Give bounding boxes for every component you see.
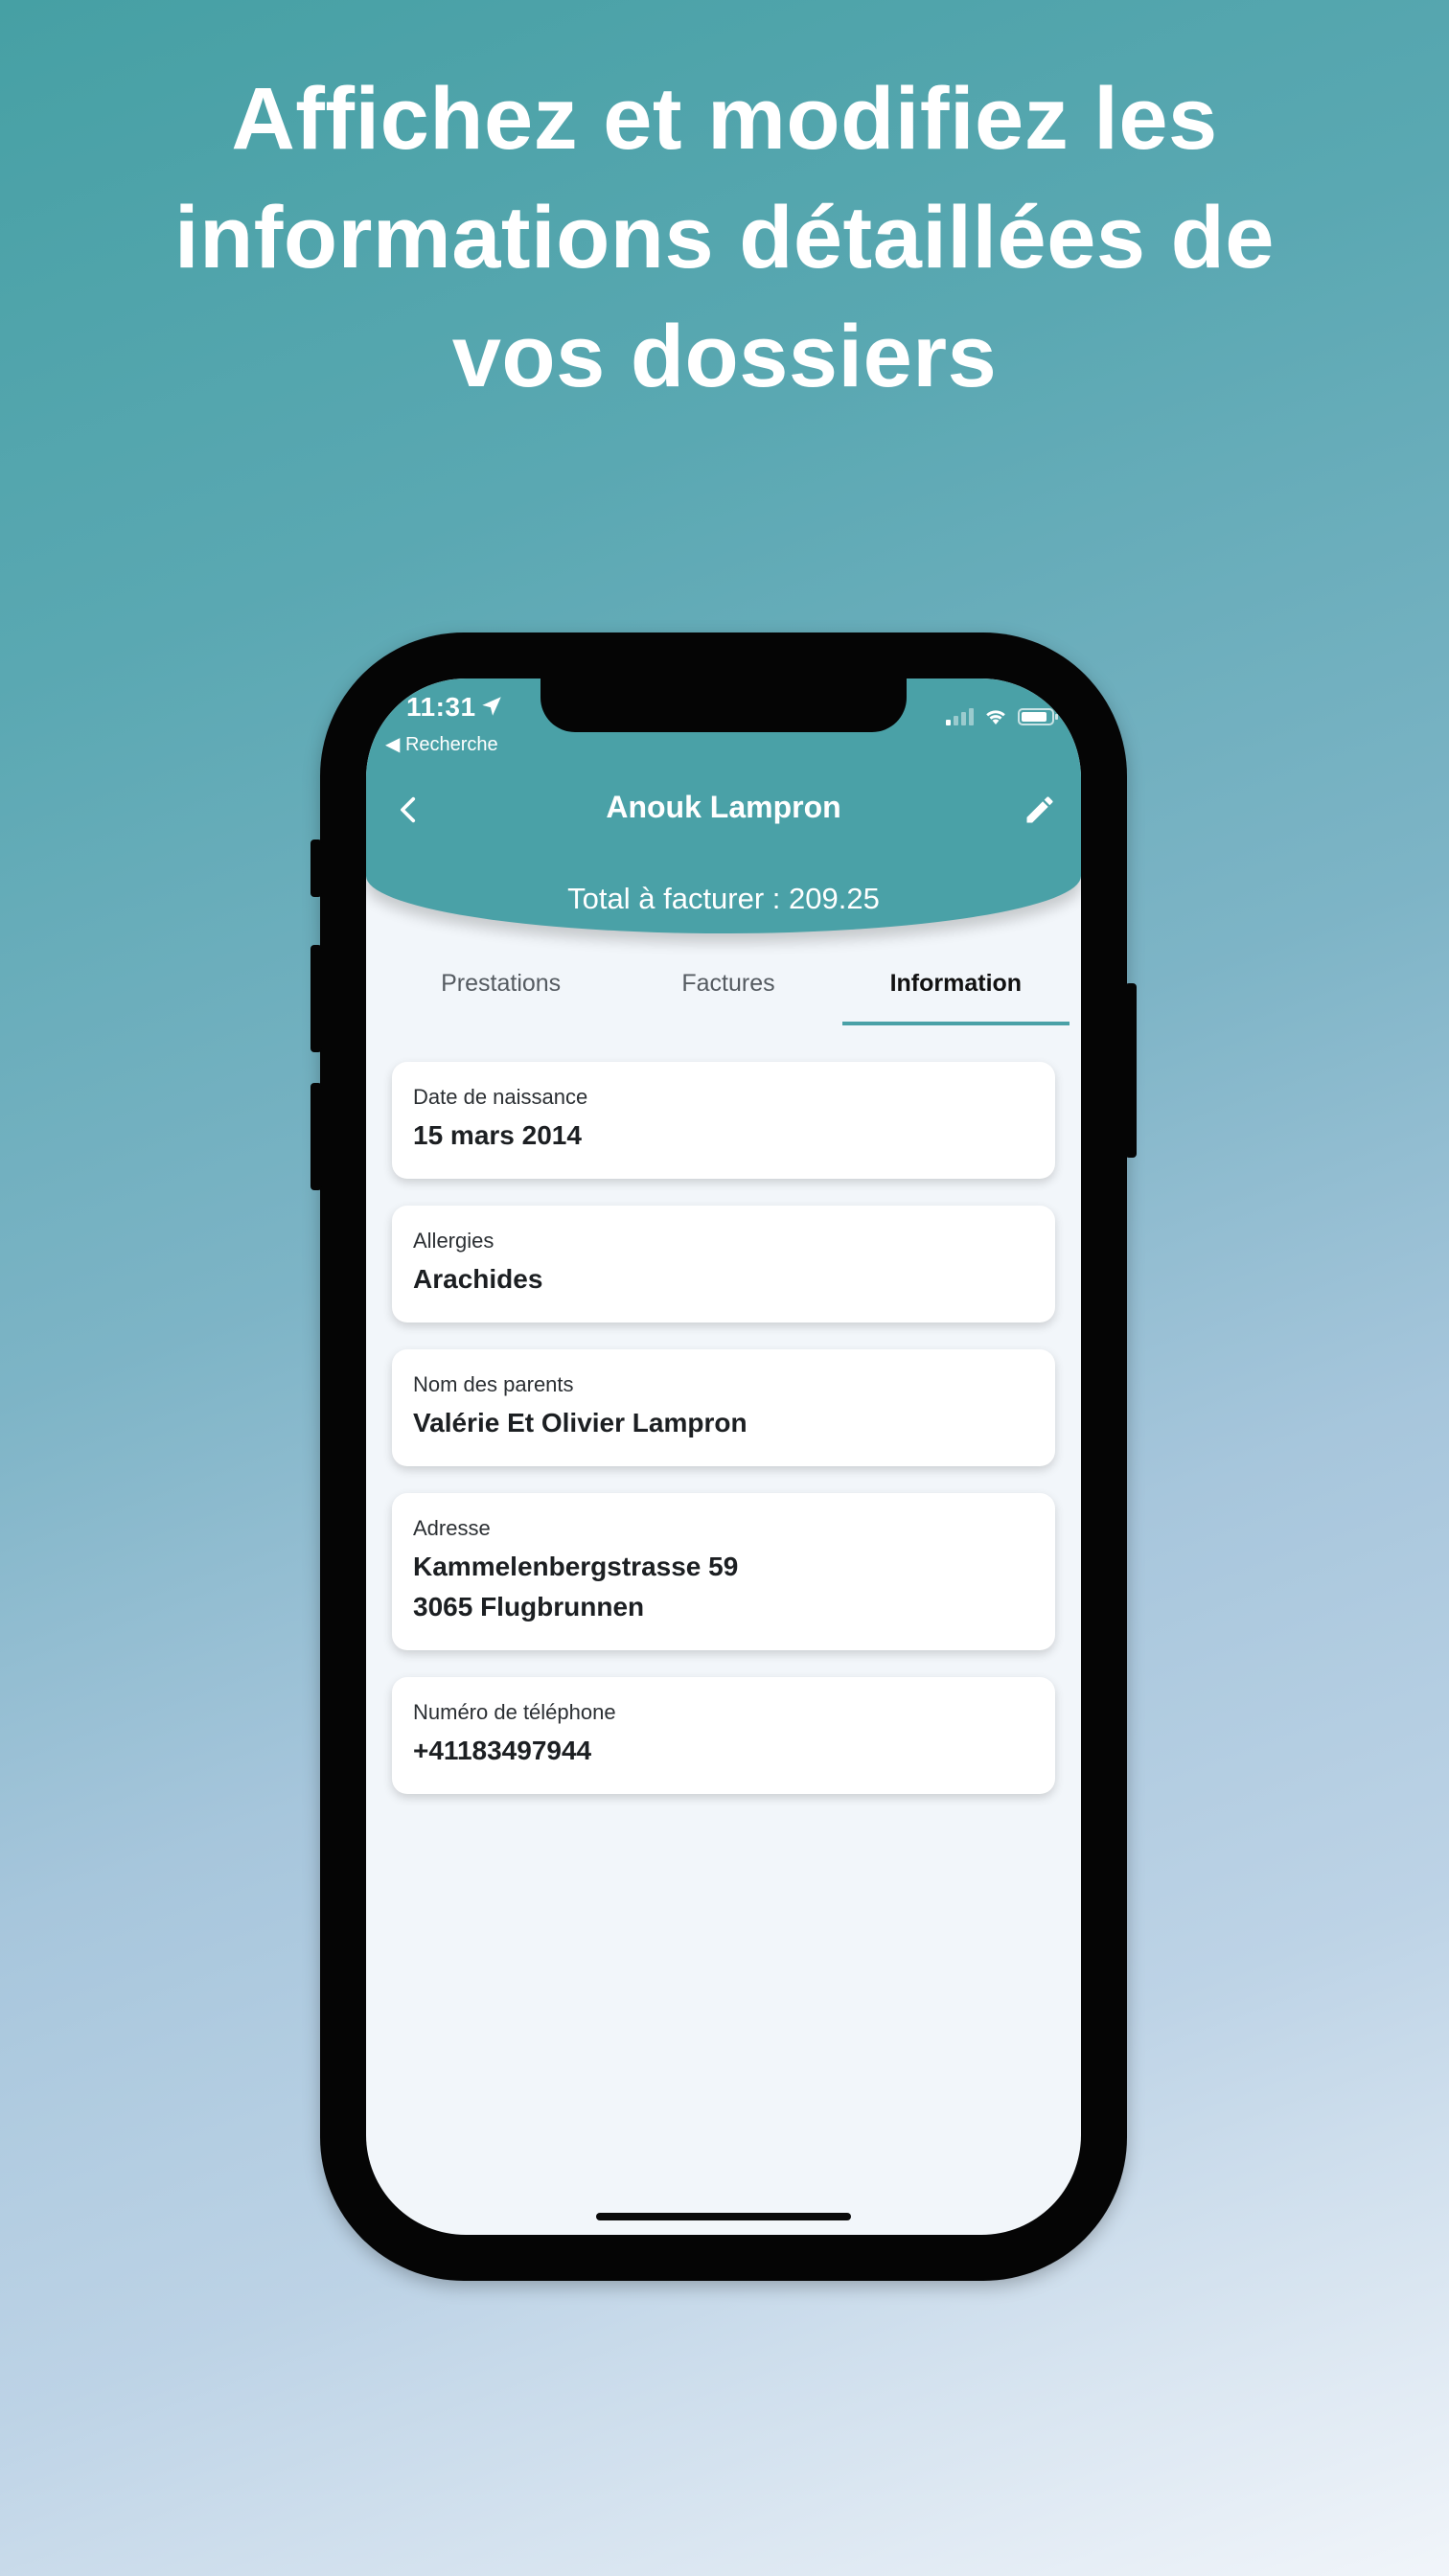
- parents-card: Nom des parents Valérie Et Olivier Lampr…: [392, 1349, 1055, 1466]
- volume-down-button: [310, 1083, 322, 1190]
- wifi-icon: [986, 710, 1005, 724]
- tab-information[interactable]: Information: [841, 964, 1070, 1027]
- headline-line-2: informations détaillées de: [174, 189, 1275, 287]
- card-value: Valérie Et Olivier Lampron: [413, 1408, 748, 1438]
- allergies-card: Allergies Arachides: [392, 1206, 1055, 1322]
- power-button: [1125, 983, 1137, 1158]
- tab-prestations[interactable]: Prestations: [387, 964, 614, 1027]
- patient-name-title: Anouk Lampron: [606, 790, 841, 824]
- phone-card: Numéro de téléphone +41183497944: [392, 1677, 1055, 1794]
- battery-icon: [1018, 708, 1058, 725]
- headline-line-3: vos dossiers: [451, 308, 998, 405]
- card-label: Nom des parents: [413, 1372, 574, 1396]
- card-label: Numéro de téléphone: [413, 1700, 616, 1724]
- address-street: Kammelenbergstrasse 59: [413, 1552, 739, 1581]
- volume-up-button: [310, 945, 322, 1052]
- card-value: +41183497944: [413, 1736, 592, 1765]
- card-label: Allergies: [413, 1229, 494, 1253]
- marketing-headline: Affichez et modifiez les informations dé…: [0, 59, 1449, 416]
- card-label: Date de naissance: [413, 1085, 588, 1109]
- location-arrow-icon: [482, 697, 501, 716]
- tab-bar: Prestations Factures Information: [387, 964, 1070, 1027]
- phone-screen: 11:31 ◀ Recherche Anouk Lampron Total à …: [366, 678, 1081, 2235]
- address-card: Adresse Kammelenbergstrasse 59 3065 Flug…: [392, 1493, 1055, 1650]
- edit-button[interactable]: [1016, 786, 1064, 834]
- tab-factures[interactable]: Factures: [614, 964, 841, 1027]
- pencil-icon: [1026, 796, 1053, 823]
- address-city: 3065 Flugbrunnen: [413, 1592, 645, 1622]
- silent-switch: [310, 840, 322, 897]
- phone-frame: 11:31 ◀ Recherche Anouk Lampron Total à …: [310, 632, 1137, 2281]
- signal-icon: [946, 708, 974, 725]
- status-indicators: [946, 707, 1058, 726]
- card-value: 15 mars 2014: [413, 1120, 582, 1150]
- info-card-list: Date de naissance 15 mars 2014 Allergies…: [392, 1062, 1055, 1821]
- birthdate-card: Date de naissance 15 mars 2014: [392, 1062, 1055, 1179]
- home-indicator[interactable]: [596, 2213, 851, 2220]
- card-label: Adresse: [413, 1516, 491, 1540]
- total-to-invoice: Total à facturer : 209.25: [567, 882, 880, 915]
- notch: [540, 678, 907, 732]
- back-to-app-link[interactable]: ◀ Recherche: [385, 732, 498, 756]
- headline-line-1: Affichez et modifiez les: [231, 70, 1218, 168]
- card-value: Arachides: [413, 1264, 543, 1294]
- status-time: 11:31: [406, 692, 476, 722]
